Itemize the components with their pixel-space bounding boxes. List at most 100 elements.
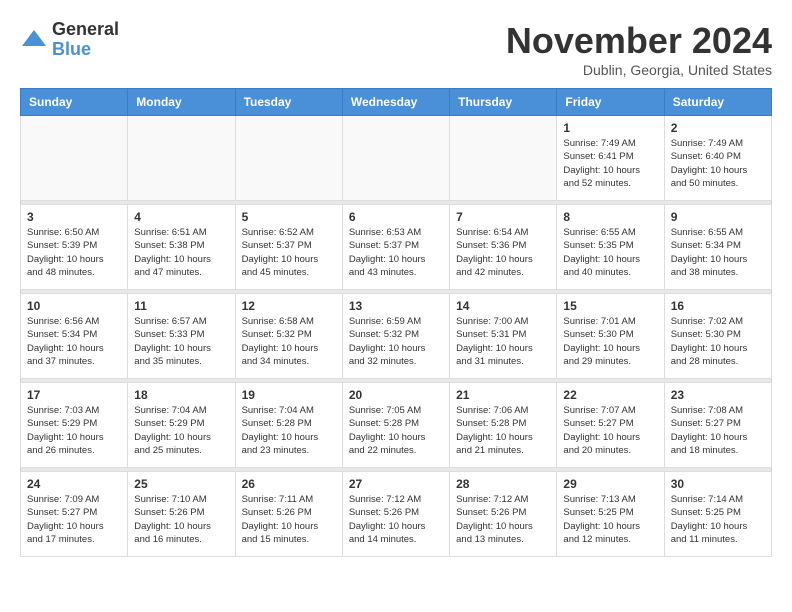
- calendar-day-cell: 7 Sunrise: 6:54 AMSunset: 5:36 PMDaylight…: [450, 205, 557, 290]
- day-number: 23: [671, 388, 765, 402]
- weekday-header: Tuesday: [235, 89, 342, 116]
- calendar-day-cell: 3 Sunrise: 6:50 AMSunset: 5:39 PMDaylight…: [21, 205, 128, 290]
- calendar-day-cell: 27 Sunrise: 7:12 AMSunset: 5:26 PMDayligh…: [342, 472, 449, 557]
- logo-general: General: [52, 20, 119, 40]
- weekday-header: Thursday: [450, 89, 557, 116]
- calendar-day-cell: 6 Sunrise: 6:53 AMSunset: 5:37 PMDaylight…: [342, 205, 449, 290]
- day-number: 19: [242, 388, 336, 402]
- day-info: Sunrise: 6:53 AMSunset: 5:37 PMDaylight:…: [349, 226, 443, 279]
- day-info: Sunrise: 6:50 AMSunset: 5:39 PMDaylight:…: [27, 226, 121, 279]
- day-number: 17: [27, 388, 121, 402]
- calendar-day-cell: 25 Sunrise: 7:10 AMSunset: 5:26 PMDayligh…: [128, 472, 235, 557]
- calendar-day-cell: [235, 116, 342, 201]
- day-number: 3: [27, 210, 121, 224]
- day-number: 20: [349, 388, 443, 402]
- day-info: Sunrise: 7:04 AMSunset: 5:28 PMDaylight:…: [242, 404, 336, 457]
- calendar-day-cell: 1 Sunrise: 7:49 AMSunset: 6:41 PMDaylight…: [557, 116, 664, 201]
- day-info: Sunrise: 6:57 AMSunset: 5:33 PMDaylight:…: [134, 315, 228, 368]
- weekday-header: Wednesday: [342, 89, 449, 116]
- day-info: Sunrise: 7:02 AMSunset: 5:30 PMDaylight:…: [671, 315, 765, 368]
- logo-text: General Blue: [52, 20, 119, 60]
- day-info: Sunrise: 7:03 AMSunset: 5:29 PMDaylight:…: [27, 404, 121, 457]
- calendar-day-cell: 10 Sunrise: 6:56 AMSunset: 5:34 PMDayligh…: [21, 294, 128, 379]
- day-info: Sunrise: 6:51 AMSunset: 5:38 PMDaylight:…: [134, 226, 228, 279]
- calendar-day-cell: 14Sunrise: 7:00 AMSunset: 5:31 PMDayligh…: [450, 294, 557, 379]
- day-number: 9: [671, 210, 765, 224]
- logo: General Blue: [20, 20, 119, 60]
- day-number: 8: [563, 210, 657, 224]
- calendar-day-cell: 28 Sunrise: 7:12 AMSunset: 5:26 PMDayligh…: [450, 472, 557, 557]
- weekday-header: Monday: [128, 89, 235, 116]
- day-info: Sunrise: 6:54 AMSunset: 5:36 PMDaylight:…: [456, 226, 550, 279]
- day-info: Sunrise: 7:06 AMSunset: 5:28 PMDaylight:…: [456, 404, 550, 457]
- day-info: Sunrise: 7:05 AMSunset: 5:28 PMDaylight:…: [349, 404, 443, 457]
- calendar-day-cell: 5 Sunrise: 6:52 AMSunset: 5:37 PMDaylight…: [235, 205, 342, 290]
- day-number: 24: [27, 477, 121, 491]
- day-info: Sunrise: 7:09 AMSunset: 5:27 PMDaylight:…: [27, 493, 121, 546]
- calendar-day-cell: 24 Sunrise: 7:09 AMSunset: 5:27 PMDayligh…: [21, 472, 128, 557]
- day-number: 30: [671, 477, 765, 491]
- day-number: 7: [456, 210, 550, 224]
- logo-blue: Blue: [52, 40, 119, 60]
- day-info: Sunrise: 7:49 AMSunset: 6:41 PMDaylight:…: [563, 137, 657, 190]
- day-number: 14: [456, 299, 550, 313]
- calendar-day-cell: 18 Sunrise: 7:04 AMSunset: 5:29 PMDayligh…: [128, 383, 235, 468]
- calendar-day-cell: 29 Sunrise: 7:13 AMSunset: 5:25 PMDayligh…: [557, 472, 664, 557]
- day-info: Sunrise: 7:12 AMSunset: 5:26 PMDaylight:…: [349, 493, 443, 546]
- day-info: Sunrise: 7:04 AMSunset: 5:29 PMDaylight:…: [134, 404, 228, 457]
- day-number: 28: [456, 477, 550, 491]
- day-number: 26: [242, 477, 336, 491]
- day-info: Sunrise: 7:12 AMSunset: 5:26 PMDaylight:…: [456, 493, 550, 546]
- weekday-header-row: SundayMondayTuesdayWednesdayThursdayFrid…: [21, 89, 772, 116]
- logo-icon: [20, 26, 48, 54]
- calendar-day-cell: 16 Sunrise: 7:02 AMSunset: 5:30 PMDayligh…: [664, 294, 771, 379]
- calendar-day-cell: 13 Sunrise: 6:59 AMSunset: 5:32 PMDayligh…: [342, 294, 449, 379]
- day-info: Sunrise: 7:13 AMSunset: 5:25 PMDaylight:…: [563, 493, 657, 546]
- calendar-day-cell: 19 Sunrise: 7:04 AMSunset: 5:28 PMDayligh…: [235, 383, 342, 468]
- day-number: 12: [242, 299, 336, 313]
- day-number: 22: [563, 388, 657, 402]
- day-info: Sunrise: 7:07 AMSunset: 5:27 PMDaylight:…: [563, 404, 657, 457]
- day-number: 21: [456, 388, 550, 402]
- calendar-day-cell: 12 Sunrise: 6:58 AMSunset: 5:32 PMDayligh…: [235, 294, 342, 379]
- calendar-day-cell: 8Sunrise: 6:55 AMSunset: 5:35 PMDaylight…: [557, 205, 664, 290]
- calendar-table: SundayMondayTuesdayWednesdayThursdayFrid…: [20, 88, 772, 557]
- calendar-week-row: 10 Sunrise: 6:56 AMSunset: 5:34 PMDayligh…: [21, 294, 772, 379]
- calendar-day-cell: [342, 116, 449, 201]
- calendar-day-cell: 22 Sunrise: 7:07 AMSunset: 5:27 PMDayligh…: [557, 383, 664, 468]
- day-number: 11: [134, 299, 228, 313]
- calendar-day-cell: [21, 116, 128, 201]
- day-number: 18: [134, 388, 228, 402]
- day-info: Sunrise: 6:56 AMSunset: 5:34 PMDaylight:…: [27, 315, 121, 368]
- day-info: Sunrise: 7:10 AMSunset: 5:26 PMDaylight:…: [134, 493, 228, 546]
- calendar-day-cell: 15Sunrise: 7:01 AMSunset: 5:30 PMDayligh…: [557, 294, 664, 379]
- day-info: Sunrise: 7:11 AMSunset: 5:26 PMDaylight:…: [242, 493, 336, 546]
- calendar-week-row: 24 Sunrise: 7:09 AMSunset: 5:27 PMDayligh…: [21, 472, 772, 557]
- day-info: Sunrise: 6:59 AMSunset: 5:32 PMDaylight:…: [349, 315, 443, 368]
- day-number: 29: [563, 477, 657, 491]
- day-number: 27: [349, 477, 443, 491]
- page-header: General Blue November 2024 Dublin, Georg…: [20, 20, 772, 78]
- calendar-day-cell: 20 Sunrise: 7:05 AMSunset: 5:28 PMDayligh…: [342, 383, 449, 468]
- day-number: 13: [349, 299, 443, 313]
- day-info: Sunrise: 6:58 AMSunset: 5:32 PMDaylight:…: [242, 315, 336, 368]
- calendar-week-row: 17 Sunrise: 7:03 AMSunset: 5:29 PMDayligh…: [21, 383, 772, 468]
- calendar-day-cell: 30 Sunrise: 7:14 AMSunset: 5:25 PMDayligh…: [664, 472, 771, 557]
- calendar-day-cell: 11 Sunrise: 6:57 AMSunset: 5:33 PMDayligh…: [128, 294, 235, 379]
- location: Dublin, Georgia, United States: [506, 62, 772, 78]
- day-number: 16: [671, 299, 765, 313]
- day-number: 4: [134, 210, 228, 224]
- calendar-day-cell: 2Sunrise: 7:49 AMSunset: 6:40 PMDaylight…: [664, 116, 771, 201]
- day-info: Sunrise: 6:52 AMSunset: 5:37 PMDaylight:…: [242, 226, 336, 279]
- title-block: November 2024 Dublin, Georgia, United St…: [506, 20, 772, 78]
- day-info: Sunrise: 7:14 AMSunset: 5:25 PMDaylight:…: [671, 493, 765, 546]
- month-title: November 2024: [506, 20, 772, 62]
- weekday-header: Friday: [557, 89, 664, 116]
- calendar-week-row: 3 Sunrise: 6:50 AMSunset: 5:39 PMDaylight…: [21, 205, 772, 290]
- day-number: 5: [242, 210, 336, 224]
- day-number: 1: [563, 121, 657, 135]
- day-number: 6: [349, 210, 443, 224]
- day-number: 10: [27, 299, 121, 313]
- calendar-day-cell: 9Sunrise: 6:55 AMSunset: 5:34 PMDaylight…: [664, 205, 771, 290]
- day-number: 25: [134, 477, 228, 491]
